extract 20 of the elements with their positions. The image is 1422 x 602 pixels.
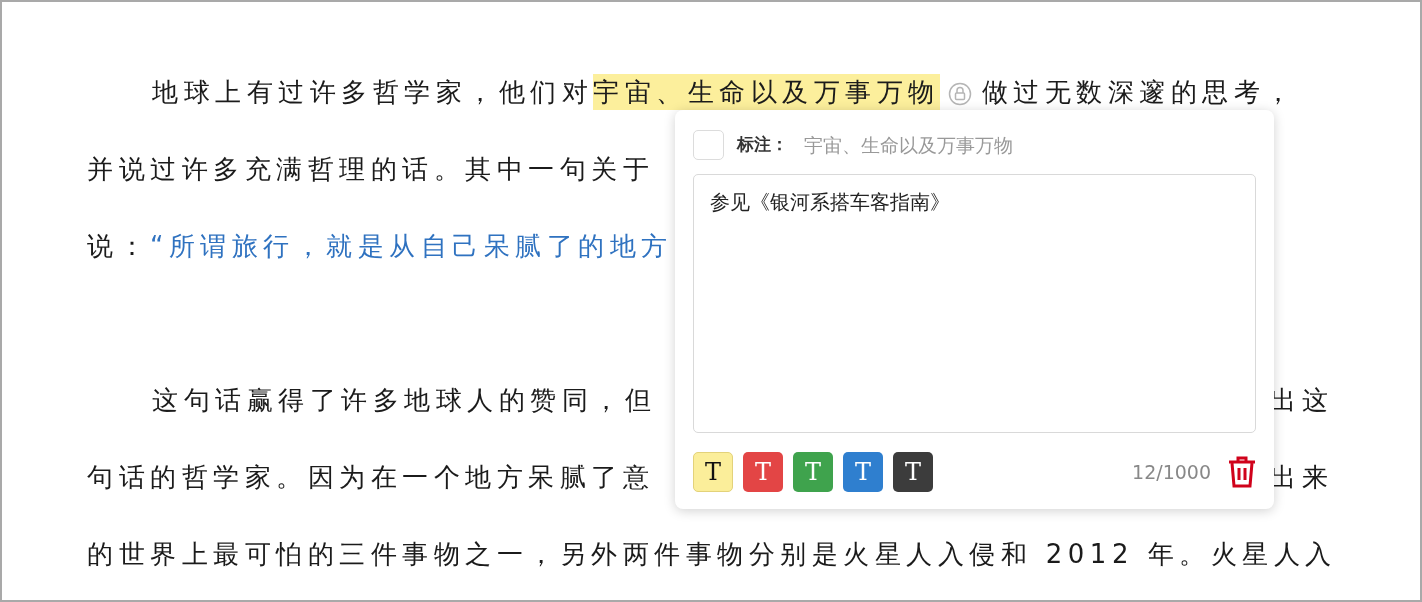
body-text: 说： [87, 231, 150, 261]
highlighted-text[interactable]: 宇宙、生命以及万事万物 [593, 73, 940, 110]
quote-text: “所谓旅行，就是从自己呆腻了的地方 [150, 231, 673, 261]
annotation-label: 标注： [737, 133, 788, 157]
quoted-text: 宇宙、生命以及万事万物 [804, 132, 1013, 158]
body-text: 做过无数深邃的思考， [981, 76, 1297, 107]
body-text: 句话的哲学家。因为在一个地方呆腻了意 [87, 462, 654, 492]
checkbox[interactable] [693, 130, 724, 160]
lock-icon [947, 82, 972, 106]
body-text: 的世界上最可怕的三件事物之一，另外两件事物分别是火星人入侵和 2012 年。火星人入 [87, 539, 1337, 569]
body-text: 这句话赢得了许多地球人的赞同，但 [152, 385, 656, 415]
color-button[interactable]: T [693, 452, 733, 492]
char-counter: 12/1000 [1132, 459, 1211, 485]
color-button[interactable]: T [893, 452, 933, 492]
color-button[interactable]: T [843, 452, 883, 492]
trash-icon[interactable] [1227, 455, 1257, 489]
body-text: 并说过许多充满哲理的话。其中一句关于 [87, 154, 654, 184]
color-button[interactable]: T [743, 452, 783, 492]
note-field[interactable]: 参见《银河系搭车客指南》 [693, 174, 1256, 433]
body-text: 地球上有过许多哲学家，他们对 [152, 76, 593, 107]
